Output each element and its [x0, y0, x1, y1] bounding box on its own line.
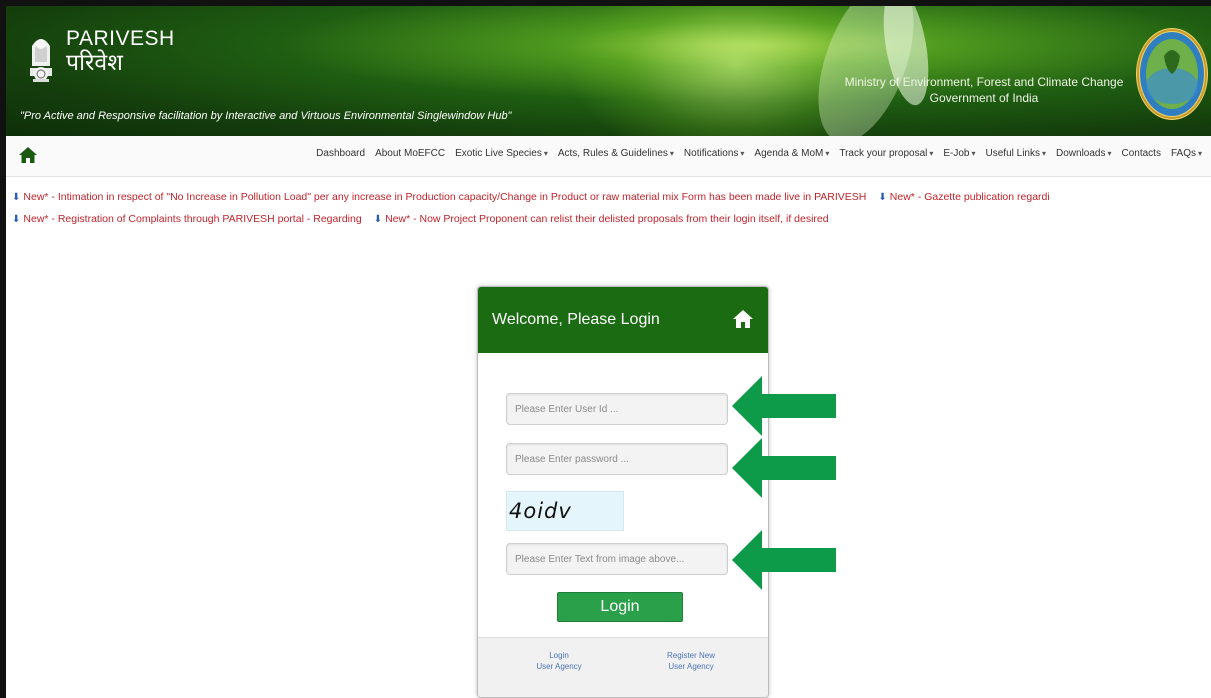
login-button[interactable]: Login	[557, 592, 683, 622]
brand-block: PARIVESH परिवेश	[66, 27, 175, 77]
captcha-text: 4oidv	[509, 499, 572, 523]
nav-label: FAQs	[1170, 148, 1196, 159]
download-icon: ⬇	[878, 192, 887, 203]
caret-down-icon: ▾	[740, 149, 745, 158]
link-line: User Agency	[536, 662, 582, 671]
nav-label: Useful Links	[985, 148, 1040, 159]
captcha-image: 4oidv	[506, 491, 624, 531]
nav-label: Acts, Rules & Guidelines	[557, 148, 668, 159]
ministry-name: Ministry of Environment, Forest and Clim…	[844, 75, 1124, 89]
caret-down-icon: ▾	[1197, 149, 1202, 158]
download-icon: ⬇	[373, 214, 383, 225]
ticker-item[interactable]: New* - Now Project Proponent can relist …	[385, 213, 829, 225]
caret-down-icon: ▾	[1041, 149, 1046, 158]
ticker-item[interactable]: New* - Gazette publication regardi	[890, 191, 1050, 203]
caret-down-icon: ▾	[929, 149, 934, 158]
government-name: Government of India	[929, 91, 1039, 105]
nav-item-contacts[interactable]: Contacts	[1117, 148, 1166, 159]
password-input[interactable]	[506, 443, 728, 475]
arrow-left-icon	[732, 376, 836, 436]
caret-down-icon: ▾	[971, 149, 976, 158]
caret-down-icon: ▾	[825, 149, 830, 158]
nav-item-track-proposal[interactable]: Track your proposal ▾	[834, 148, 938, 159]
national-emblem-icon	[30, 39, 52, 82]
nav-item-useful-links[interactable]: Useful Links ▾	[981, 148, 1051, 159]
caret-down-icon: ▾	[1107, 149, 1112, 158]
ticker-item[interactable]: New* - Registration of Complaints throug…	[23, 213, 361, 225]
nav-item-agenda-mom[interactable]: Agenda & MoM ▾	[749, 148, 834, 159]
nav-item-faqs[interactable]: FAQs ▾	[1166, 148, 1207, 159]
caret-down-icon: ▾	[543, 149, 548, 158]
login-user-agency-link[interactable]: Login User Agency	[514, 650, 604, 672]
download-icon: ⬇	[12, 192, 21, 203]
login-card-header: Welcome, Please Login	[478, 287, 768, 353]
page-frame: PARIVESH परिवेश "Pro Active and Responsi…	[0, 0, 1211, 698]
header-tagline: "Pro Active and Responsive facilitation …	[20, 110, 512, 122]
download-icon: ⬇	[12, 214, 21, 225]
nav-item-acts-rules-guidelines[interactable]: Acts, Rules & Guidelines ▾	[553, 148, 679, 159]
nav-label: Notifications	[683, 148, 739, 159]
arrow-left-icon	[732, 438, 836, 498]
caret-down-icon: ▾	[669, 149, 674, 158]
nav-label: E-Job	[943, 148, 970, 159]
ministry-title: Ministry of Environment, Forest and Clim…	[834, 74, 1134, 106]
register-new-user-agency-link[interactable]: Register New User Agency	[646, 650, 736, 672]
ticker-line: ⬇ New* - Registration of Complaints throu…	[12, 213, 829, 225]
link-line: Login	[549, 651, 569, 660]
nav-label: Downloads	[1056, 148, 1106, 159]
arrow-left-icon	[732, 530, 836, 590]
nav-item-about-moefcc[interactable]: About MoEFCC	[370, 148, 450, 159]
nav-label: Agenda & MoM	[754, 148, 824, 159]
nav-menu: Dashboard About MoEFCC Exotic Live Speci…	[311, 148, 1207, 159]
link-line: Register New	[666, 651, 715, 660]
nav-label: About MoEFCC	[375, 148, 446, 159]
nav-item-dashboard[interactable]: Dashboard	[311, 148, 370, 159]
nav-item-exotic-live-species[interactable]: Exotic Live Species ▾	[450, 148, 553, 159]
news-ticker: ⬇ New* - Intimation in respect of "No Inc…	[6, 183, 1211, 235]
site-header: PARIVESH परिवेश "Pro Active and Responsi…	[6, 6, 1211, 136]
nav-label: Exotic Live Species	[455, 148, 542, 159]
nav-item-downloads[interactable]: Downloads ▾	[1051, 148, 1117, 159]
link-line: User Agency	[668, 662, 714, 671]
brand-name-hindi: परिवेश	[66, 50, 123, 76]
ticker-item[interactable]: New* - Intimation in respect of "No Incr…	[23, 191, 866, 203]
nav-label: Contacts	[1121, 148, 1161, 159]
nav-label: Dashboard	[316, 148, 366, 159]
captcha-input[interactable]	[506, 543, 728, 575]
home-icon[interactable]	[18, 146, 38, 164]
main-navbar: Dashboard About MoEFCC Exotic Live Speci…	[6, 136, 1211, 177]
nav-item-e-job[interactable]: E-Job ▾	[938, 148, 980, 159]
login-card-footer: Login User Agency Register New User Agen…	[478, 637, 768, 697]
nav-label: Track your proposal	[839, 148, 928, 159]
ticker-line: ⬇ New* - Intimation in respect of "No Inc…	[12, 191, 1050, 203]
home-icon[interactable]	[732, 309, 754, 329]
nav-item-notifications[interactable]: Notifications ▾	[679, 148, 749, 159]
brand-name: PARIVESH	[66, 27, 175, 50]
ministry-seal-icon	[1136, 28, 1208, 120]
login-card: Welcome, Please Login 4oidv Login Login …	[477, 286, 769, 698]
login-title: Welcome, Please Login	[492, 311, 660, 328]
user-id-input[interactable]	[506, 393, 728, 425]
